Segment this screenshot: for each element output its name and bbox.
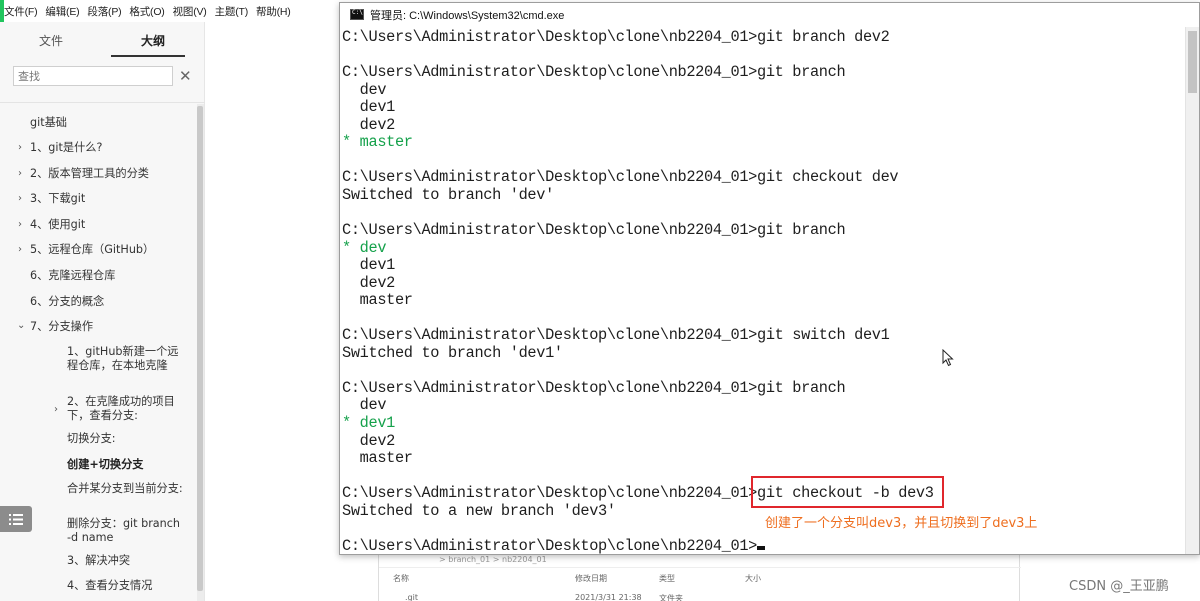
active-tab-indicator <box>111 55 185 57</box>
column-header-size[interactable]: 大小 <box>745 573 761 584</box>
console-line: C:\Users\Administrator\Desktop\clone\nb2… <box>342 63 846 82</box>
cmd-scrollbar[interactable] <box>1185 27 1199 554</box>
console-line: dev <box>342 396 387 415</box>
column-header-name[interactable]: 名称 <box>393 573 409 584</box>
console-line: dev2 <box>342 273 396 292</box>
menu-theme[interactable]: 主题(T) <box>211 4 252 19</box>
outline-item[interactable]: 6、分支的概念 <box>30 295 104 309</box>
sidebar-scroll-thumb[interactable] <box>197 106 203 591</box>
menu-help[interactable]: 帮助(H) <box>252 4 295 19</box>
outline-search: ✕ <box>13 66 195 88</box>
highlight-box <box>751 476 944 508</box>
console-line-current-branch: * dev1 <box>342 414 395 433</box>
outline-item-expanded[interactable]: 7、分支操作 <box>30 320 93 334</box>
outline-subitem[interactable]: 2、在克隆成功的项目下，查看分支: <box>67 395 185 423</box>
explorer-path: > branch_01 > nb2204_01 <box>439 555 547 564</box>
console-line: dev <box>342 80 387 99</box>
chevron-down-icon[interactable]: ⌄ <box>17 320 25 331</box>
close-icon[interactable]: ✕ <box>179 66 192 86</box>
console-line: C:\Users\Administrator\Desktop\clone\nb2… <box>342 326 890 345</box>
cmd-window[interactable]: 管理员: C:\Windows\System32\cmd.exe C:\User… <box>339 2 1200 555</box>
chevron-right-icon[interactable]: › <box>54 404 58 415</box>
console-line: C:\Users\Administrator\Desktop\clone\nb2… <box>342 28 890 46</box>
console-line: C:\Users\Administrator\Desktop\clone\nb2… <box>342 221 846 240</box>
chevron-right-icon[interactable]: › <box>18 193 22 204</box>
text-cursor <box>757 545 765 550</box>
mouse-pointer-icon <box>942 349 954 367</box>
file-type: 文件夹 <box>659 594 683 601</box>
menu-view[interactable]: 视图(V) <box>169 4 211 19</box>
outline-subitem[interactable]: 删除分支：git branch -d name <box>67 517 185 545</box>
outline-toggle-button[interactable] <box>0 506 32 532</box>
outline-subitem[interactable]: 1、gitHub新建一个远程仓库，在本地克隆 <box>67 345 185 373</box>
outline-item[interactable]: 5、远程仓库（GitHub） <box>30 243 154 257</box>
cmd-scroll-thumb[interactable] <box>1188 31 1197 93</box>
console-line-current-branch: * master <box>342 133 413 152</box>
console-line: dev2 <box>342 115 396 134</box>
outline-item[interactable]: 3、下载git <box>30 192 85 206</box>
outline-item[interactable]: 6、克隆远程仓库 <box>30 269 115 283</box>
cmd-titlebar[interactable]: 管理员: C:\Windows\System32\cmd.exe <box>340 3 1199 26</box>
outline-subitem[interactable]: 合并某分支到当前分支: <box>67 482 185 496</box>
divider <box>0 102 205 103</box>
menu-edit[interactable]: 编辑(E) <box>41 4 83 19</box>
chevron-right-icon[interactable]: › <box>18 244 22 255</box>
terminal-icon <box>350 9 364 20</box>
console-line: master <box>342 291 413 310</box>
outline-item[interactable]: 1、git是什么? <box>30 141 102 155</box>
console-line: dev1 <box>342 256 396 275</box>
outline-item[interactable]: 2、版本管理工具的分类 <box>30 167 149 181</box>
menu-file[interactable]: 文件(F) <box>0 4 41 19</box>
window-title: 管理员: C:\Windows\System32\cmd.exe <box>370 9 565 22</box>
column-header-type[interactable]: 类型 <box>659 573 675 584</box>
list-icon <box>9 513 23 525</box>
console-line-current-branch: * dev <box>342 238 387 257</box>
chevron-right-icon[interactable]: › <box>18 142 22 153</box>
menu-bar: 文件(F) 编辑(E) 段落(P) 格式(O) 视图(V) 主题(T) 帮助(H… <box>0 2 330 20</box>
chevron-right-icon[interactable]: › <box>18 168 22 179</box>
console-prompt-line[interactable]: C:\Users\Administrator\Desktop\clone\nb2… <box>342 536 1188 555</box>
console-line: Switched to branch 'dev' <box>342 185 554 204</box>
search-input[interactable] <box>13 66 173 86</box>
console-line: Switched to branch 'dev1' <box>342 343 563 362</box>
outline-subitem[interactable]: 切换分支: <box>67 432 116 446</box>
console-line: C:\Users\Administrator\Desktop\clone\nb2… <box>342 168 899 187</box>
console-line: master <box>342 449 413 468</box>
annotation-text: 创建了一个分支叫dev3，并且切换到了dev3上 <box>765 516 1038 531</box>
divider <box>379 567 1021 568</box>
watermark: CSDN @_王亚鹏 <box>1069 579 1169 594</box>
outline-root[interactable]: git基础 <box>30 116 67 130</box>
console-line: C:\Users\Administrator\Desktop\clone\nb2… <box>342 378 846 397</box>
file-name[interactable]: .git <box>405 593 418 601</box>
outline-subitem[interactable]: 4、查看分支情况 <box>67 579 152 593</box>
menu-paragraph[interactable]: 段落(P) <box>83 4 125 19</box>
outline-subitem[interactable]: 3、解决冲突 <box>67 554 130 568</box>
menu-format[interactable]: 格式(O) <box>125 4 168 19</box>
file-explorer-window: > branch_01 > nb2204_01 名称 修改日期 类型 大小 .g… <box>378 553 1021 601</box>
file-date: 2021/3/31 21:38 <box>575 593 642 601</box>
column-header-date[interactable]: 修改日期 <box>575 573 607 584</box>
chevron-right-icon[interactable]: › <box>18 219 22 230</box>
tab-files[interactable]: 文件 <box>0 22 102 58</box>
outline-item[interactable]: 4、使用git <box>30 218 85 232</box>
markdown-editor: 文件(F) 编辑(E) 段落(P) 格式(O) 视图(V) 主题(T) 帮助(H… <box>0 0 330 601</box>
tab-outline[interactable]: 大纲 <box>102 22 204 58</box>
console-prompt: C:\Users\Administrator\Desktop\clone\nb2… <box>342 536 757 555</box>
outline-subitem-active[interactable]: 创建+切换分支 <box>67 458 144 472</box>
sidebar-tabs: 文件 大纲 <box>0 22 204 58</box>
console-line: dev2 <box>342 431 396 450</box>
console-line: dev1 <box>342 98 396 117</box>
